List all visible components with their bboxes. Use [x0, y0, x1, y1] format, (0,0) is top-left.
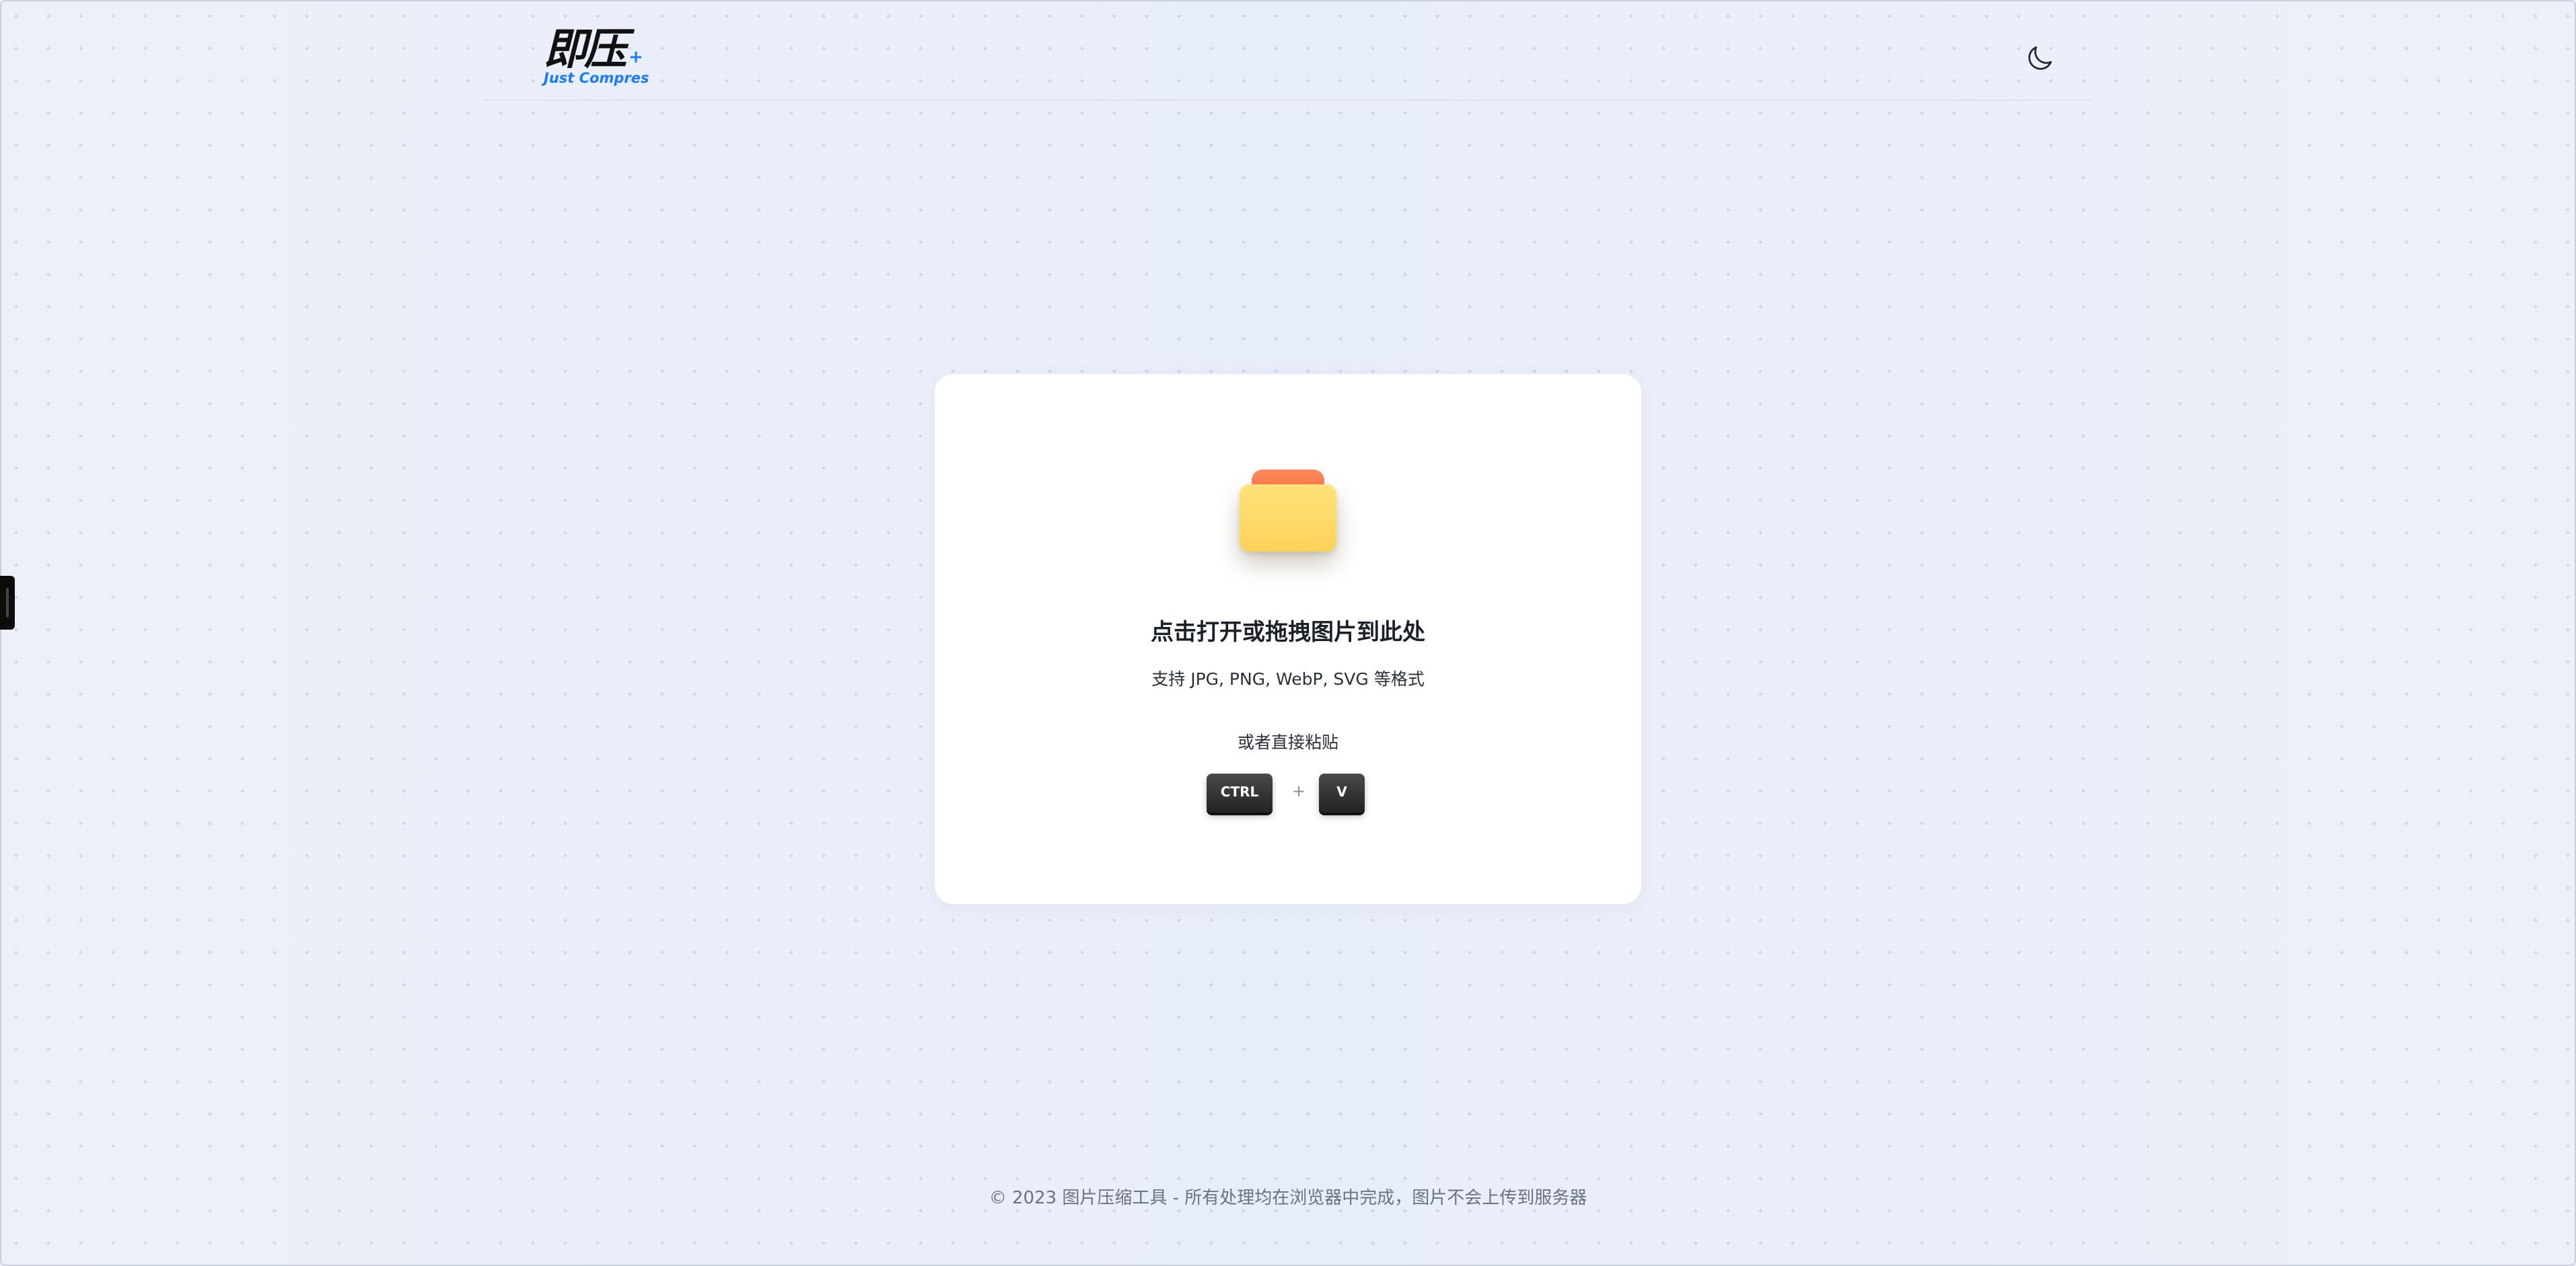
logo-plus-icon: + [629, 47, 643, 67]
ctrl-key: CTRL [1207, 774, 1273, 813]
page-footer: © 2023 图片压缩工具 - 所有处理均在浏览器中完成，图片不会上传到服务器 [989, 1188, 1587, 1208]
site-logo[interactable]: 即压 + Just Compres [544, 26, 651, 90]
paste-shortcut: CTRL + V [935, 774, 1641, 817]
shortcut-plus: + [1292, 782, 1306, 800]
theme-toggle-button[interactable] [2023, 42, 2056, 75]
folder-icon [1240, 470, 1336, 553]
handle-grip [6, 588, 9, 618]
folder-body [1240, 484, 1336, 552]
moon-icon [2028, 46, 2052, 70]
logo-wordmark: 即压 [544, 24, 627, 75]
logo-subtitle: Just Compres [544, 70, 649, 86]
site-header: 即压 + Just Compres [483, 0, 2093, 101]
upload-dropzone[interactable]: 点击打开或拖拽图片到此处 支持 JPG, PNG, WebP, SVG 等格式 … [935, 374, 1641, 904]
supported-formats: 支持 JPG, PNG, WebP, SVG 等格式 [1151, 669, 1425, 689]
paste-hint: 或者直接粘贴 [1237, 733, 1338, 752]
v-key: V [1319, 774, 1365, 813]
upload-title: 点击打开或拖拽图片到此处 [1151, 619, 1425, 646]
side-panel-handle[interactable] [0, 576, 15, 630]
